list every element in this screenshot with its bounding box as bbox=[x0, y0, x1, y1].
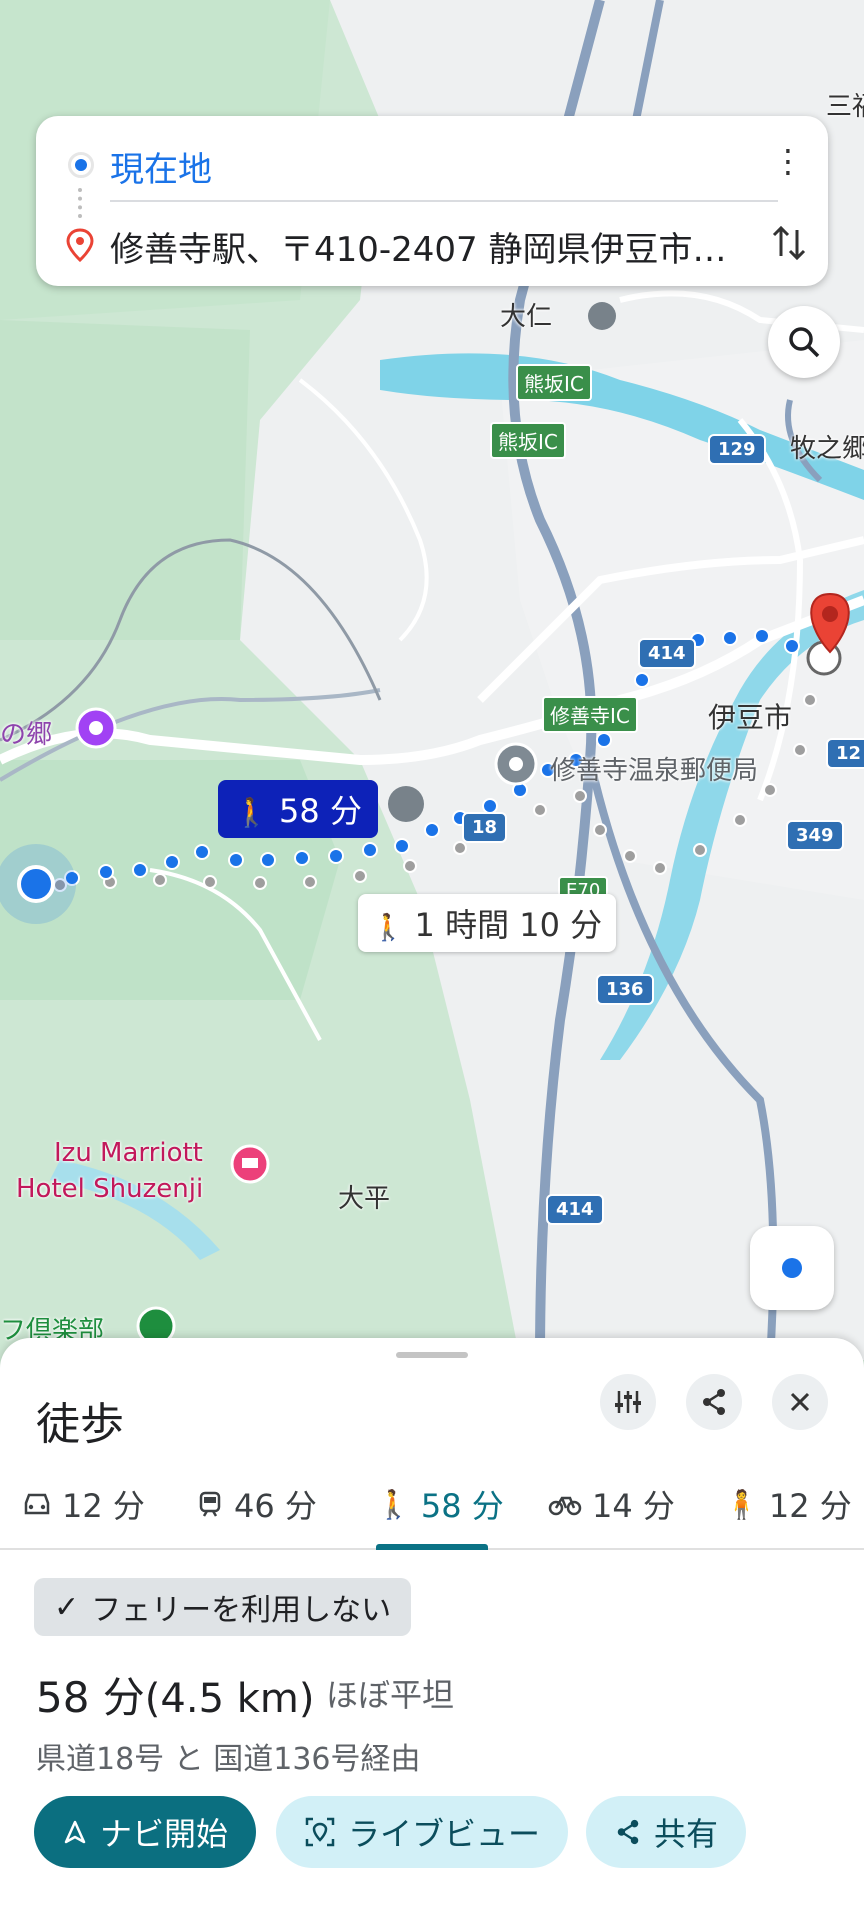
map-label-kumasaka-ic-2: 熊坂IC bbox=[490, 422, 566, 459]
route-shield-414-bottom: 414 bbox=[546, 1194, 604, 1225]
sheet-drag-handle[interactable] bbox=[396, 1352, 468, 1358]
tab-ride-label: 12 分 bbox=[768, 1487, 852, 1525]
map-label-mi: 三福 bbox=[826, 92, 864, 122]
route-shield-136: 136 bbox=[596, 974, 654, 1005]
destination-field[interactable]: 修善寺駅、〒410-2407 静岡県伊豆市… bbox=[110, 222, 750, 271]
share-icon bbox=[617, 1819, 639, 1845]
map-label-kumasaka-ic: 熊坂IC bbox=[516, 364, 592, 401]
route-connector bbox=[78, 188, 82, 218]
alt-route-chip[interactable]: 🚶 1 時間 10 分 bbox=[358, 894, 617, 952]
active-route-chip[interactable]: 🚶 58 分 bbox=[218, 780, 378, 838]
search-button[interactable] bbox=[768, 306, 840, 378]
check-icon: ✓ bbox=[54, 1589, 80, 1625]
tab-transit-label: 46 分 bbox=[234, 1487, 317, 1525]
map-label-post-office[interactable]: 修善寺温泉郵便局 bbox=[550, 750, 758, 787]
tab-drive[interactable]: 12 分 bbox=[22, 1476, 145, 1532]
route-shield-129: 129 bbox=[708, 434, 766, 465]
active-tab-indicator bbox=[376, 1544, 488, 1550]
travel-mode-tabs: 12 分 46 分 🚶 58 分 14 分 🧍 12 分 bbox=[0, 1458, 864, 1550]
my-location-button[interactable] bbox=[750, 1226, 834, 1310]
tab-drive-label: 12 分 bbox=[62, 1487, 145, 1525]
tab-bike[interactable]: 14 分 bbox=[548, 1476, 675, 1532]
origin-field[interactable]: 現在地 bbox=[110, 142, 212, 191]
live-view-label: ライブビュー bbox=[348, 1815, 541, 1853]
more-vert-icon: ⋮ bbox=[772, 142, 804, 180]
ride-icon: 🧍 bbox=[724, 1487, 759, 1521]
map-label-daijin: 大仁 bbox=[500, 302, 553, 332]
navigation-arrow-icon bbox=[64, 1820, 86, 1844]
route-shield-349: 349 bbox=[786, 820, 844, 851]
share-label: 共有 bbox=[654, 1815, 719, 1853]
share-icon bbox=[703, 1389, 725, 1415]
start-navigation-button[interactable]: ナビ開始 bbox=[34, 1796, 257, 1868]
sheet-title: 徒歩 bbox=[36, 1399, 124, 1450]
origin-dot-icon bbox=[68, 152, 94, 178]
map-label-odaira: 大平 bbox=[338, 1184, 391, 1214]
map-label-makinogo: 牧之郷 bbox=[790, 434, 864, 464]
live-view-button[interactable]: ライブビュー bbox=[276, 1796, 569, 1868]
tab-ride[interactable]: 🧍 12 分 bbox=[724, 1476, 852, 1532]
close-icon bbox=[790, 1392, 810, 1412]
route-summary[interactable]: 58 分(4.5 km) bbox=[36, 1664, 314, 1725]
my-location-icon bbox=[782, 1258, 802, 1278]
map-label-no-sato[interactable]: の郷 bbox=[0, 714, 52, 751]
car-icon bbox=[24, 1493, 50, 1515]
ferry-chip-label: フェリーを利用しない bbox=[91, 1593, 392, 1628]
route-shield-12: 12 bbox=[826, 738, 864, 769]
share-button[interactable]: 共有 bbox=[586, 1796, 747, 1868]
avoid-ferry-chip[interactable]: ✓ フェリーを利用しない bbox=[34, 1578, 412, 1636]
tab-walk[interactable]: 🚶 58 分 bbox=[376, 1476, 504, 1532]
map-label-marriott-2[interactable]: Hotel Shuzenji bbox=[16, 1174, 203, 1204]
tab-transit[interactable]: 46 分 bbox=[196, 1476, 317, 1532]
start-navigation-label: ナビ開始 bbox=[100, 1815, 229, 1853]
route-shield-414: 414 bbox=[638, 638, 696, 669]
walk-icon: 🚶 bbox=[376, 1487, 411, 1521]
current-location-dot bbox=[17, 865, 55, 903]
route-shield-18: 18 bbox=[462, 812, 508, 843]
walk-icon: 🚶 bbox=[234, 796, 269, 829]
map-label-izu-city: 伊豆市 bbox=[708, 701, 793, 734]
tune-icon bbox=[615, 1391, 641, 1413]
search-icon bbox=[789, 327, 820, 358]
active-route-duration: 58 分 bbox=[279, 792, 362, 830]
destination-pin-icon bbox=[66, 228, 94, 262]
walk-icon: 🚶 bbox=[372, 913, 405, 943]
directions-sheet: 徒歩 12 分 46 分 🚶 58 分 14 分 🧍 12 分 ✓ フェリーを利… bbox=[0, 1338, 864, 1920]
route-duration: 58 分 bbox=[36, 1673, 145, 1722]
card-divider bbox=[110, 200, 778, 202]
alt-route-duration: 1 時間 10 分 bbox=[414, 906, 603, 944]
route-via: 県道18号 と 国道136号経由 bbox=[36, 1742, 421, 1777]
route-options-button[interactable] bbox=[600, 1374, 656, 1430]
close-button[interactable] bbox=[772, 1374, 828, 1430]
map-label-shuzenji-ic: 修善寺IC bbox=[542, 696, 638, 733]
live-view-icon bbox=[305, 1817, 335, 1847]
terrain-note: ほぼ平坦 bbox=[326, 1676, 455, 1714]
tab-bike-label: 14 分 bbox=[592, 1487, 675, 1525]
bike-icon bbox=[548, 1496, 582, 1516]
share-route-button[interactable] bbox=[686, 1374, 742, 1430]
more-options-button[interactable]: ⋮ bbox=[768, 142, 808, 190]
train-icon bbox=[199, 1491, 221, 1517]
route-distance: (4.5 km) bbox=[144, 1676, 315, 1722]
map-label-marriott-1[interactable]: Izu Marriott bbox=[54, 1138, 203, 1168]
tab-walk-label: 58 分 bbox=[420, 1487, 504, 1525]
route-search-card: 現在地 修善寺駅、〒410-2407 静岡県伊豆市… ⋮ bbox=[36, 116, 828, 286]
swap-icon[interactable] bbox=[766, 220, 812, 266]
